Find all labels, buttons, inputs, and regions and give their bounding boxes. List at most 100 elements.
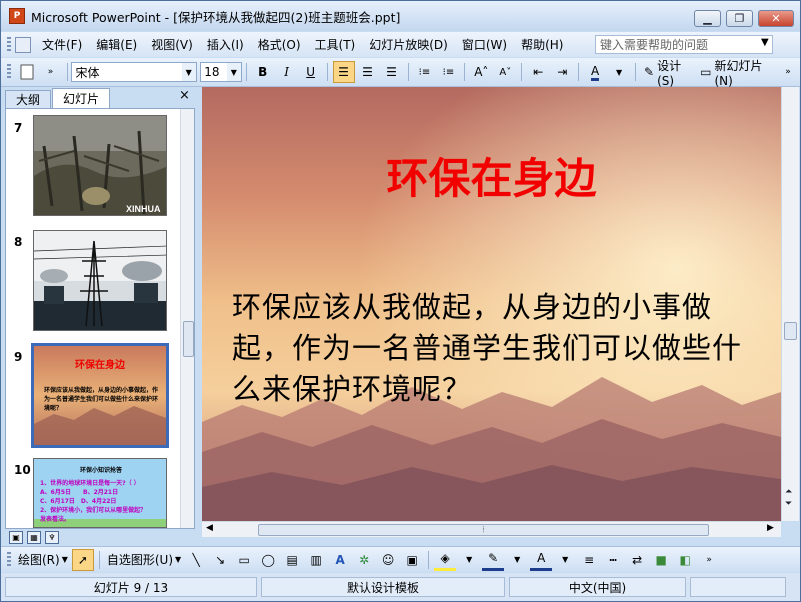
textbox-tool-icon[interactable]: ▤	[281, 549, 303, 571]
chevron-down-icon[interactable]: ▼	[506, 549, 528, 571]
menu-tools[interactable]: 工具(T)	[308, 35, 363, 55]
decrease-indent-button[interactable]: ⇤	[527, 61, 549, 83]
toolbar-grip[interactable]	[7, 36, 11, 53]
thumbnail-slide-7[interactable]: XINHUA	[33, 115, 167, 216]
close-button[interactable]: ✕	[758, 10, 794, 27]
help-search-input[interactable]: 键入需要帮助的问题	[595, 35, 773, 54]
thumbnail-scrollbar[interactable]	[180, 109, 194, 528]
insert-picture-icon[interactable]: ▣	[401, 549, 423, 571]
slideshow-view-icon[interactable]: ♆	[45, 531, 59, 544]
menu-file[interactable]: 文件(F)	[35, 35, 89, 55]
wordart-icon[interactable]: A	[329, 549, 351, 571]
formatting-toolbar: » 宋体 ▼ 18 ▼ B I U ☰ ☰ ☰ ⁝≡ ⁝≡ A˄ A˅ ⇤ ⇥ …	[1, 58, 800, 88]
chevron-down-icon[interactable]: ▼	[554, 549, 576, 571]
draw-menu-button[interactable]: 绘图(R) ▼	[16, 549, 70, 571]
oval-tool-icon[interactable]: ◯	[257, 549, 279, 571]
slide-body-text[interactable]: 环保应该从我做起，从身边的小事做起，作为一名普通学生我们可以做些什么来保护环境呢…	[232, 287, 767, 410]
chevron-down-icon[interactable]: ▼	[181, 63, 196, 81]
restore-button[interactable]: ❐	[726, 10, 753, 27]
shadow-style-icon[interactable]: ■	[650, 549, 672, 571]
decrease-font-button[interactable]: A˅	[494, 61, 516, 83]
close-icon[interactable]: ×	[179, 88, 190, 103]
scroll-right-icon[interactable]: ▶	[767, 523, 774, 533]
toolbar-options-icon[interactable]: »	[698, 549, 720, 571]
menu-insert[interactable]: 插入(I)	[200, 35, 251, 55]
scrollbar-thumb[interactable]: ⦙	[258, 524, 709, 536]
toolbar-options-icon[interactable]: »	[40, 61, 62, 83]
thumbnail-title: 环保小知识抢答	[79, 467, 122, 474]
slide-canvas[interactable]: 环保在身边 环保应该从我做起，从身边的小事做起，作为一名普通学生我们可以做些什么…	[202, 87, 781, 521]
next-slide-icon[interactable]: ⏷	[785, 499, 792, 509]
menu-edit[interactable]: 编辑(E)	[89, 35, 144, 55]
scrollbar-thumb[interactable]	[183, 321, 194, 357]
3d-style-icon[interactable]: ◧	[674, 549, 696, 571]
bold-button[interactable]: B	[252, 61, 274, 83]
close-icon: ✕	[771, 12, 781, 25]
thumbnail-body: 环保应该从我做起，从身边的小事做起，作为一名普通学生我们可以做些什么来保护环境呢…	[44, 387, 159, 412]
menu-view[interactable]: 视图(V)	[144, 35, 200, 55]
increase-indent-button[interactable]: ⇥	[551, 61, 573, 83]
toolbar-options-icon[interactable]: »	[777, 61, 799, 83]
slide-horizontal-scrollbar[interactable]: ◀ ⦙ ▶	[202, 521, 781, 537]
chevron-down-icon[interactable]: ▼	[458, 549, 480, 571]
new-document-icon[interactable]	[16, 61, 38, 83]
diagram-icon[interactable]: ✲	[353, 549, 375, 571]
previous-slide-icon[interactable]: ⏶	[785, 487, 792, 497]
select-pointer-button[interactable]: ➚	[71, 548, 94, 571]
increase-font-button[interactable]: A˄	[470, 61, 492, 83]
numbered-list-button[interactable]: ⁝≡	[413, 61, 435, 83]
menu-format[interactable]: 格式(O)	[251, 35, 308, 55]
font-name-select[interactable]: 宋体 ▼	[71, 62, 197, 82]
deforestation-photo: XINHUA	[34, 116, 166, 215]
menu-help[interactable]: 帮助(H)	[514, 35, 570, 55]
arrow-style-icon[interactable]: ⇄	[626, 549, 648, 571]
line-color-icon[interactable]: ✎	[482, 549, 505, 571]
scrollbar-thumb[interactable]	[784, 322, 797, 340]
powerpoint-app-icon[interactable]: P	[9, 8, 25, 24]
help-dropdown-icon[interactable]: ▼	[761, 37, 769, 48]
font-color-button[interactable]: A	[584, 61, 606, 83]
scroll-left-icon[interactable]: ◀	[206, 523, 213, 533]
menu-slideshow[interactable]: 幻灯片放映(D)	[362, 35, 455, 55]
document-menu-icon[interactable]	[15, 36, 31, 53]
clipart-icon[interactable]: ☺	[377, 549, 399, 571]
rectangle-tool-icon[interactable]: ▭	[233, 549, 255, 571]
font-size-select[interactable]: 18 ▼	[200, 62, 242, 82]
thumbnail-slide-9-selected[interactable]: 环保在身边 环保应该从我做起，从身边的小事做起，作为一名普通学生我们可以做些什么…	[31, 343, 169, 448]
slide-sorter-view-icon[interactable]: ▦	[27, 531, 41, 544]
vertical-textbox-icon[interactable]: ▥	[305, 549, 327, 571]
autoshapes-button[interactable]: 自选图形(U) ▼	[105, 549, 183, 571]
thumbnail-slide-8[interactable]	[33, 230, 167, 331]
line-tool-icon[interactable]: ╲	[185, 549, 207, 571]
slide-title[interactable]: 环保在身边	[202, 145, 781, 206]
thumbnail-slide-10[interactable]: 环保小知识抢答 1、世界的地球环境日是每一天?（ ） A、6月5日 B、2月21…	[33, 458, 167, 528]
line-style-icon[interactable]: ≡	[578, 549, 600, 571]
align-right-button[interactable]: ☰	[381, 61, 403, 83]
minimize-button[interactable]: ▁	[694, 10, 721, 27]
align-center-button[interactable]: ☰	[357, 61, 379, 83]
underline-button[interactable]: U	[300, 61, 322, 83]
separator	[428, 550, 430, 569]
slide-design-button[interactable]: ✎ 设计(S)	[641, 59, 695, 88]
font-color-icon[interactable]: A	[530, 549, 553, 571]
arrow-tool-icon[interactable]: ↘	[209, 549, 231, 571]
new-slide-button[interactable]: ▭ 新幻灯片(N)	[697, 59, 775, 88]
separator	[635, 63, 636, 81]
bullet-list-button[interactable]: ⁝≡	[437, 61, 459, 83]
chevron-down-icon[interactable]: ▼	[226, 63, 241, 81]
tab-outline[interactable]: 大纲	[5, 90, 52, 108]
separator	[326, 63, 328, 81]
fill-color-icon[interactable]: ◈	[434, 549, 457, 571]
chevron-down-icon[interactable]: ▼	[608, 61, 630, 83]
toolbar-grip[interactable]	[7, 64, 11, 80]
help-placeholder: 键入需要帮助的问题	[600, 38, 709, 52]
tab-slides[interactable]: 幻灯片	[52, 88, 111, 108]
align-left-button[interactable]: ☰	[332, 61, 355, 83]
normal-view-icon[interactable]: ▣	[9, 531, 23, 544]
toolbar-grip[interactable]	[7, 551, 11, 568]
dash-style-icon[interactable]: ┅	[602, 549, 624, 571]
slide-vertical-scrollbar[interactable]: ⏶ ⏷	[781, 87, 799, 521]
align-right-icon: ☰	[386, 65, 397, 79]
italic-button[interactable]: I	[276, 61, 298, 83]
menu-window[interactable]: 窗口(W)	[455, 35, 514, 55]
